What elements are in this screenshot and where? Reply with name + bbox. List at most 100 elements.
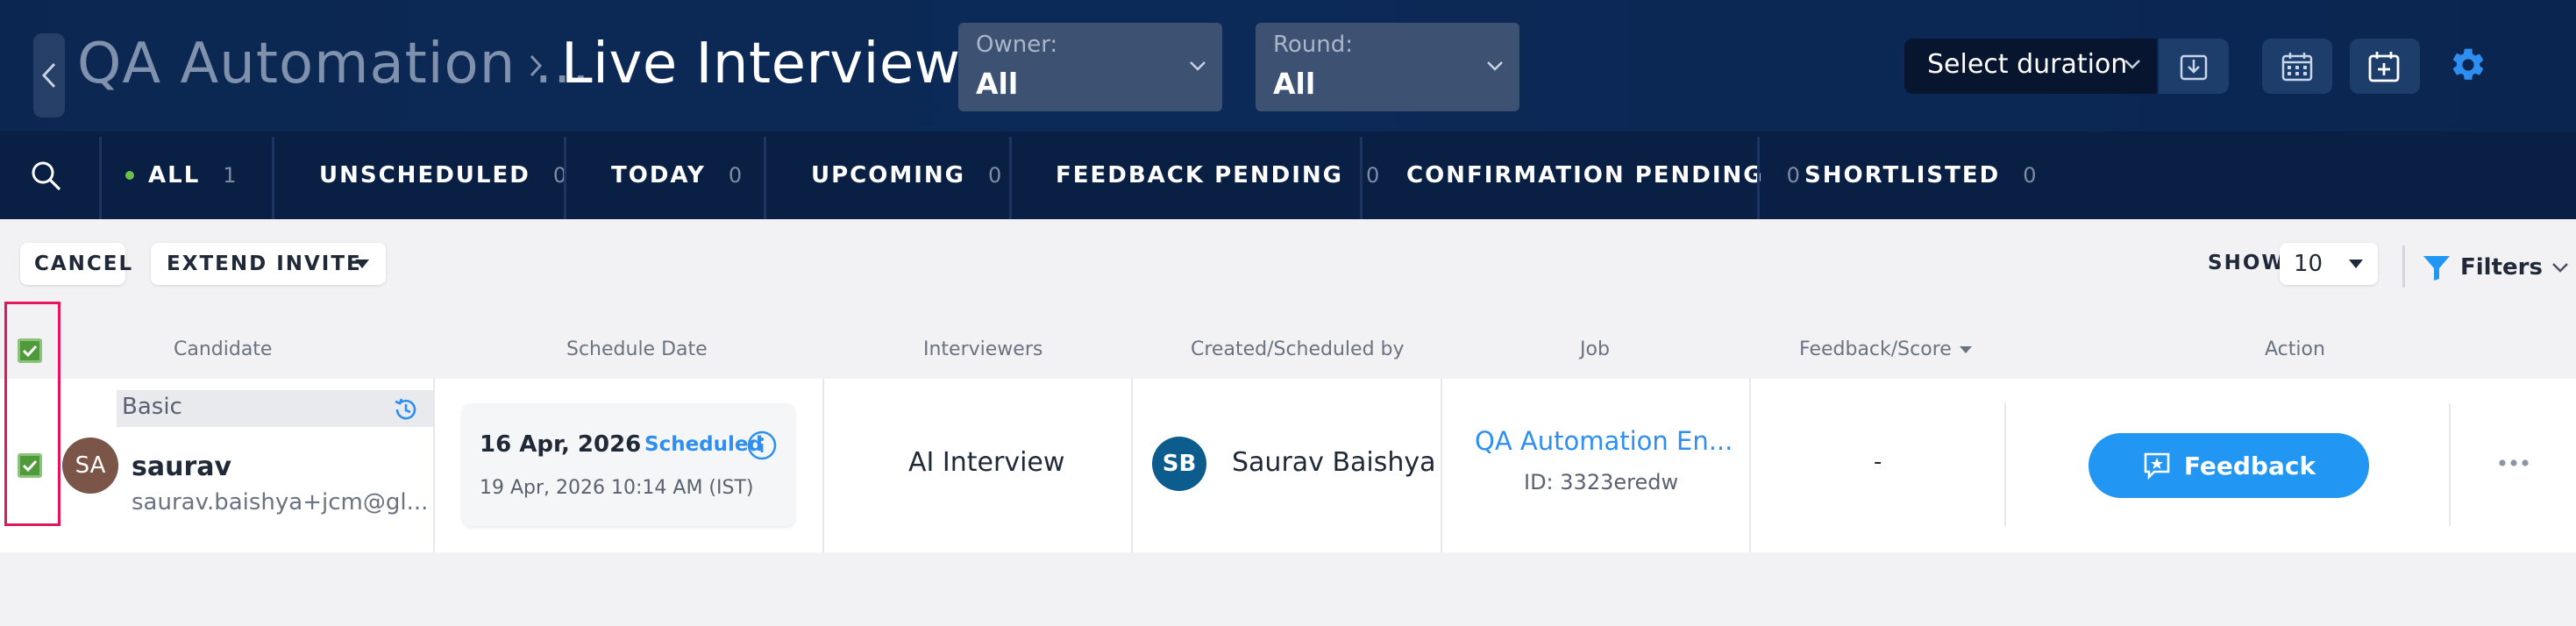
tab-label: FEEDBACK PENDING bbox=[1056, 162, 1344, 189]
chevron-down-icon bbox=[2124, 60, 2140, 69]
info-icon[interactable] bbox=[746, 430, 778, 461]
tab-upcoming[interactable]: UPCOMING 0 bbox=[811, 132, 1001, 219]
creator-initials: SB bbox=[1162, 451, 1197, 477]
tab-label: TODAY bbox=[611, 162, 706, 189]
round-label: Round: bbox=[1273, 32, 1354, 58]
tab-divider bbox=[272, 137, 274, 219]
round-value: All bbox=[1273, 67, 1316, 101]
page-header: QA Automation ... Live Interviews Owner:… bbox=[0, 0, 2576, 132]
more-options-button[interactable] bbox=[2498, 454, 2530, 472]
filters-label: Filters bbox=[2460, 254, 2543, 281]
tab-divider bbox=[1360, 137, 1363, 219]
candidate-avatar: SA bbox=[62, 437, 118, 494]
column-schedule-date: Schedule Date bbox=[566, 338, 708, 360]
owner-value: All bbox=[976, 67, 1019, 101]
tab-feedback-pending[interactable]: FEEDBACK PENDING 0 bbox=[1056, 132, 1379, 219]
chevron-down-icon bbox=[1487, 61, 1503, 71]
search-icon bbox=[32, 161, 61, 191]
tab-count: 0 bbox=[988, 163, 1002, 188]
page-title: Live Interviews bbox=[561, 32, 991, 96]
owner-label: Owner: bbox=[976, 32, 1058, 58]
column-created-by: Created/Scheduled by bbox=[1191, 338, 1405, 360]
schedule-card[interactable]: 16 Apr, 2026 Scheduled 19 Apr, 2026 10:1… bbox=[462, 403, 795, 526]
feedback-star-icon bbox=[2144, 452, 2170, 480]
caret-down-icon bbox=[2349, 260, 2363, 268]
column-divider bbox=[822, 379, 824, 552]
tab-divider bbox=[99, 137, 102, 219]
search-button[interactable] bbox=[30, 160, 63, 196]
job-link[interactable]: QA Automation En... bbox=[1475, 426, 1733, 456]
tab-divider bbox=[1757, 137, 1760, 219]
breadcrumb-parent[interactable]: QA Automation ... bbox=[77, 32, 591, 96]
candidate-name[interactable]: saurav bbox=[132, 452, 231, 482]
tab-label: UPCOMING bbox=[811, 162, 965, 189]
candidate-email: saurav.baishya+jcm@gl... bbox=[132, 489, 429, 516]
column-divider bbox=[2004, 403, 2006, 526]
creator-avatar: SB bbox=[1152, 437, 1206, 491]
owner-dropdown[interactable]: Owner: All bbox=[958, 23, 1222, 111]
add-schedule-button[interactable] bbox=[2350, 39, 2420, 94]
caret-down-icon bbox=[355, 260, 369, 268]
filters-button[interactable]: Filters bbox=[2422, 250, 2569, 285]
cancel-label: CANCEL bbox=[34, 253, 134, 275]
candidate-tag: Basic bbox=[122, 394, 182, 420]
extend-invite-button[interactable]: EXTEND INVITE bbox=[151, 243, 386, 285]
column-divider bbox=[1441, 379, 1442, 552]
candidate-initials: SA bbox=[75, 452, 106, 479]
filter-icon bbox=[2423, 256, 2450, 281]
column-interviewers: Interviewers bbox=[923, 338, 1043, 360]
more-horizontal-icon bbox=[2499, 459, 2529, 466]
candidate-tag-bar: Basic bbox=[117, 390, 434, 427]
column-action: Action bbox=[2265, 338, 2325, 360]
column-divider bbox=[2449, 403, 2451, 526]
tab-divider bbox=[764, 137, 766, 219]
show-label: SHOW bbox=[2208, 252, 2286, 274]
tab-count: 0 bbox=[728, 163, 743, 188]
page-size-select[interactable]: 10 bbox=[2280, 243, 2378, 285]
duration-dropdown[interactable]: Select duration bbox=[1904, 39, 2157, 94]
tab-shortlisted[interactable]: SHORTLISTED 0 bbox=[1804, 132, 2037, 219]
column-divider bbox=[1131, 379, 1133, 552]
download-icon bbox=[2180, 54, 2208, 80]
tab-all[interactable]: ALL 1 bbox=[125, 132, 237, 219]
tab-count: 1 bbox=[223, 163, 237, 188]
job-id: ID: 3323eredw bbox=[1524, 470, 1679, 494]
tab-divider bbox=[564, 137, 566, 219]
calendar-button[interactable] bbox=[2262, 39, 2332, 94]
column-feedback-score-label: Feedback/Score bbox=[1799, 338, 1952, 360]
active-dot-icon bbox=[125, 171, 134, 180]
chevron-down-icon bbox=[1190, 61, 1206, 71]
sort-caret-icon bbox=[1959, 345, 1972, 353]
tab-unscheduled[interactable]: UNSCHEDULED 0 bbox=[319, 132, 566, 219]
tab-confirmation-pending[interactable]: CONFIRMATION PENDING 0 bbox=[1406, 132, 1800, 219]
tab-count: 0 bbox=[1786, 163, 1800, 188]
settings-button[interactable] bbox=[2449, 46, 2487, 84]
tab-label: CONFIRMATION PENDING bbox=[1406, 162, 1764, 189]
tab-label: SHORTLISTED bbox=[1804, 162, 2001, 189]
tab-count: 0 bbox=[2023, 163, 2037, 188]
feedback-button[interactable]: Feedback bbox=[2089, 433, 2369, 498]
tab-label: UNSCHEDULED bbox=[319, 162, 530, 189]
tab-today[interactable]: TODAY 0 bbox=[611, 132, 742, 219]
page-size-value: 10 bbox=[2294, 251, 2323, 277]
history-icon[interactable] bbox=[392, 395, 420, 423]
schedule-datetime: 19 Apr, 2026 10:14 AM (IST) bbox=[480, 477, 754, 499]
gear-icon bbox=[2452, 48, 2484, 80]
column-feedback-score[interactable]: Feedback/Score bbox=[1799, 338, 1973, 360]
feedback-score-value: - bbox=[1874, 449, 1882, 475]
toolbar-divider bbox=[2402, 245, 2405, 288]
round-dropdown[interactable]: Round: All bbox=[1256, 23, 1519, 111]
column-candidate: Candidate bbox=[174, 338, 273, 360]
chevron-right-icon bbox=[530, 54, 543, 77]
chevron-down-icon bbox=[2552, 263, 2568, 273]
column-job: Job bbox=[1580, 338, 1610, 360]
calendar-icon bbox=[2281, 52, 2313, 81]
duration-label: Select duration bbox=[1927, 49, 2128, 80]
cancel-button[interactable]: CANCEL bbox=[20, 243, 132, 285]
tab-divider bbox=[1009, 137, 1012, 219]
back-button[interactable] bbox=[33, 33, 65, 117]
interviewers-value: AI Interview bbox=[908, 447, 1065, 478]
creator-name: Saurav Baishya bbox=[1232, 447, 1436, 478]
chevron-left-icon bbox=[41, 62, 56, 89]
download-button[interactable] bbox=[2159, 39, 2229, 94]
